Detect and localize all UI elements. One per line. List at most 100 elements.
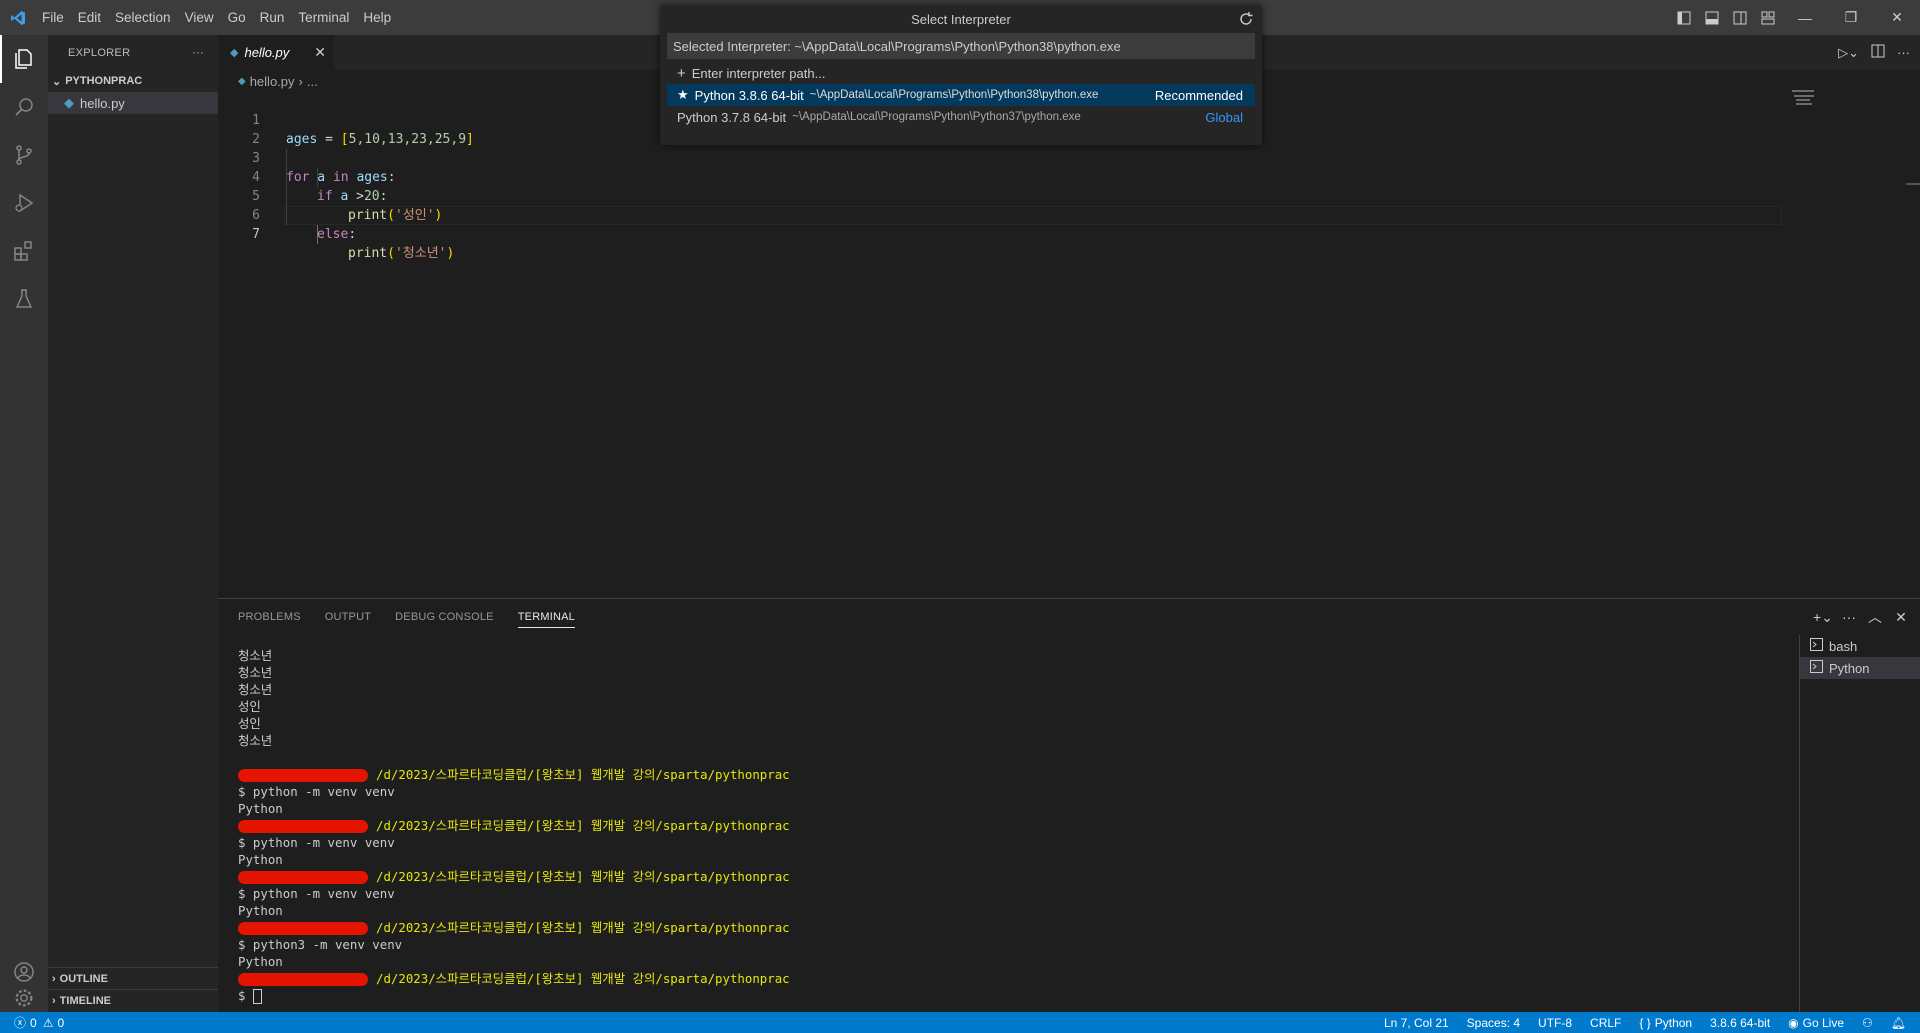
toggle-panel-icon[interactable] <box>1698 0 1726 35</box>
indentation[interactable]: Spaces: 4 <box>1467 1016 1520 1030</box>
code-line: 5 print('성인') <box>218 168 1778 223</box>
search-icon[interactable] <box>0 83 48 131</box>
terminal-input-line[interactable]: $ <box>238 987 1438 1004</box>
terminal-line: 청소년 <box>238 648 273 663</box>
explorer-sidebar: EXPLORER ··· ⌄ PYTHONPRAC ◆ hello.py › O… <box>48 35 222 1012</box>
menu-terminal[interactable]: Terminal <box>291 0 356 35</box>
warning-icon: ⚠ <box>42 1015 54 1030</box>
toggle-secondary-sidebar-icon[interactable] <box>1726 0 1754 35</box>
close-window-icon[interactable]: ✕ <box>1874 0 1920 35</box>
testing-icon[interactable] <box>0 275 48 323</box>
close-tab-icon[interactable]: ✕ <box>314 44 326 61</box>
prompt-path: /d/2023/스파르타코딩클럽/[왕초보] 웹개발 강의/sparta/pyt… <box>376 869 790 884</box>
line-ending[interactable]: CRLF <box>1590 1016 1621 1030</box>
maximize-panel-icon[interactable]: ︿ <box>1864 607 1886 627</box>
interpreter-input[interactable] <box>667 33 1255 59</box>
python-file-icon: ◆ <box>64 95 74 110</box>
timeline-label: TIMELINE <box>59 995 112 1007</box>
interpreter-item-python37[interactable]: Python 3.7.8 64-bit ~\AppData\Local\Prog… <box>667 106 1255 128</box>
chevron-right-icon: › <box>298 73 303 89</box>
code-line: 4 if a >20: <box>218 149 1778 204</box>
outline-section[interactable]: › OUTLINE <box>48 967 222 990</box>
bottom-panel: PROBLEMS OUTPUT DEBUG CONSOLE TERMINAL +… <box>218 598 1920 1013</box>
menu-view[interactable]: View <box>178 0 221 35</box>
notifications-bell-icon[interactable]: 🔔︎ <box>1891 1016 1906 1030</box>
customize-layout-icon[interactable] <box>1754 0 1782 35</box>
code-line: 6 else: <box>218 187 1778 242</box>
menu-help[interactable]: Help <box>356 0 398 35</box>
minimize-icon[interactable]: — <box>1782 0 1828 35</box>
run-python-file-icon[interactable]: ▷⌄ <box>1838 45 1859 61</box>
terminal-list: bash Python <box>1799 635 1920 1013</box>
error-count: 0 <box>30 1015 37 1030</box>
problems-status[interactable]: ⓧ 0 ⚠ 0 <box>0 1014 64 1031</box>
feedback-icon[interactable]: ⚇ <box>1862 1016 1873 1030</box>
refresh-icon[interactable] <box>1238 11 1254 30</box>
warning-count: 0 <box>57 1015 65 1030</box>
scrollbar[interactable] <box>1906 183 1920 185</box>
go-live-label: Go Live <box>1802 1015 1844 1030</box>
encoding[interactable]: UTF-8 <box>1538 1016 1572 1030</box>
redaction-mark <box>238 769 368 782</box>
chevron-right-icon: › <box>52 973 56 985</box>
terminal-line: 청소년 <box>238 733 273 748</box>
close-panel-icon[interactable]: ✕ <box>1890 609 1912 626</box>
terminal-prompt-line: /d/2023/스파르타코딩클럽/[왕초보] 웹개발 강의/sparta/pyt… <box>238 766 1438 783</box>
more-actions-icon[interactable]: ··· <box>1838 609 1860 625</box>
tab-output[interactable]: OUTPUT <box>325 599 371 635</box>
terminal-line: $ python -m venv venv <box>238 784 395 799</box>
redaction-mark <box>238 922 368 935</box>
code-editor[interactable]: 1 ages = [5,10,13,23,25,9] 2 3 for a in … <box>218 92 1782 598</box>
menu-edit[interactable]: Edit <box>71 0 108 35</box>
recommended-badge: Recommended <box>1154 87 1243 103</box>
new-terminal-icon[interactable]: +⌄ <box>1812 609 1834 626</box>
redaction-mark <box>238 973 368 986</box>
restore-icon[interactable]: ❐ <box>1828 0 1874 35</box>
tab-hello-py[interactable]: ◆ hello.py ✕ <box>218 35 334 70</box>
menu-file[interactable]: File <box>35 0 71 35</box>
vscode-logo-icon <box>0 0 35 35</box>
settings-gear-icon[interactable] <box>0 985 48 1011</box>
tab-problems[interactable]: PROBLEMS <box>238 599 301 635</box>
braces-icon: { } <box>1639 1015 1651 1030</box>
chevron-right-icon: › <box>52 995 56 1007</box>
timeline-section[interactable]: › TIMELINE <box>48 989 222 1012</box>
file-label: hello.py <box>80 95 125 111</box>
extensions-icon[interactable] <box>0 227 48 275</box>
menu-go[interactable]: Go <box>221 0 253 35</box>
python-interpreter-status[interactable]: 3.8.6 64-bit <box>1710 1016 1770 1030</box>
python-file-icon: ◆ <box>238 75 246 87</box>
terminal-item-bash[interactable]: bash <box>1800 635 1920 657</box>
toggle-sidebar-icon[interactable] <box>1670 0 1698 35</box>
run-debug-icon[interactable] <box>0 179 48 227</box>
interpreter-item-python38[interactable]: ★ Python 3.8.6 64-bit ~\AppData\Local\Pr… <box>667 84 1255 106</box>
more-actions-icon[interactable]: ··· <box>192 47 204 59</box>
breadcrumb-file[interactable]: hello.py <box>250 74 295 89</box>
menu-selection[interactable]: Selection <box>108 0 178 35</box>
terminal-line: 청소년 <box>238 665 273 680</box>
tab-debug-console[interactable]: DEBUG CONSOLE <box>395 599 494 635</box>
enter-interpreter-path-item[interactable]: + Enter interpreter path... <box>667 62 1255 84</box>
folder-pythonprac[interactable]: ⌄ PYTHONPRAC <box>48 70 218 92</box>
tab-terminal[interactable]: TERMINAL <box>517 607 575 628</box>
terminal-item-python[interactable]: Python <box>1800 657 1920 679</box>
prompt-path: /d/2023/스파르타코딩클럽/[왕초보] 웹개발 강의/sparta/pyt… <box>376 767 790 782</box>
language-mode[interactable]: { } Python <box>1639 1016 1692 1030</box>
terminal-prompt-line: /d/2023/스파르타코딩클럽/[왕초보] 웹개발 강의/sparta/pyt… <box>238 817 1438 834</box>
code-line: 7 print('청소년') <box>218 206 1778 261</box>
code-token: '청소년' <box>394 246 447 261</box>
file-hello-py[interactable]: ◆ hello.py <box>48 92 218 114</box>
minimap[interactable] <box>1792 90 1818 110</box>
terminal-icon <box>1810 638 1823 654</box>
redaction-mark <box>238 820 368 833</box>
cursor-position[interactable]: Ln 7, Col 21 <box>1384 1016 1449 1030</box>
go-live-button[interactable]: ◉ Go Live <box>1788 1016 1844 1030</box>
breadcrumb-symbol[interactable]: ... <box>307 74 318 89</box>
explorer-icon[interactable] <box>0 35 48 83</box>
terminal-line: $ python -m venv venv <box>238 886 395 901</box>
source-control-icon[interactable] <box>0 131 48 179</box>
terminal-output[interactable]: 청소년 청소년 청소년 성인 성인 청소년 /d/2023/스파르타코딩클럽/[… <box>238 647 1438 1004</box>
menu-run[interactable]: Run <box>253 0 292 35</box>
more-actions-icon[interactable]: ··· <box>1897 45 1910 60</box>
split-editor-icon[interactable] <box>1871 44 1885 61</box>
